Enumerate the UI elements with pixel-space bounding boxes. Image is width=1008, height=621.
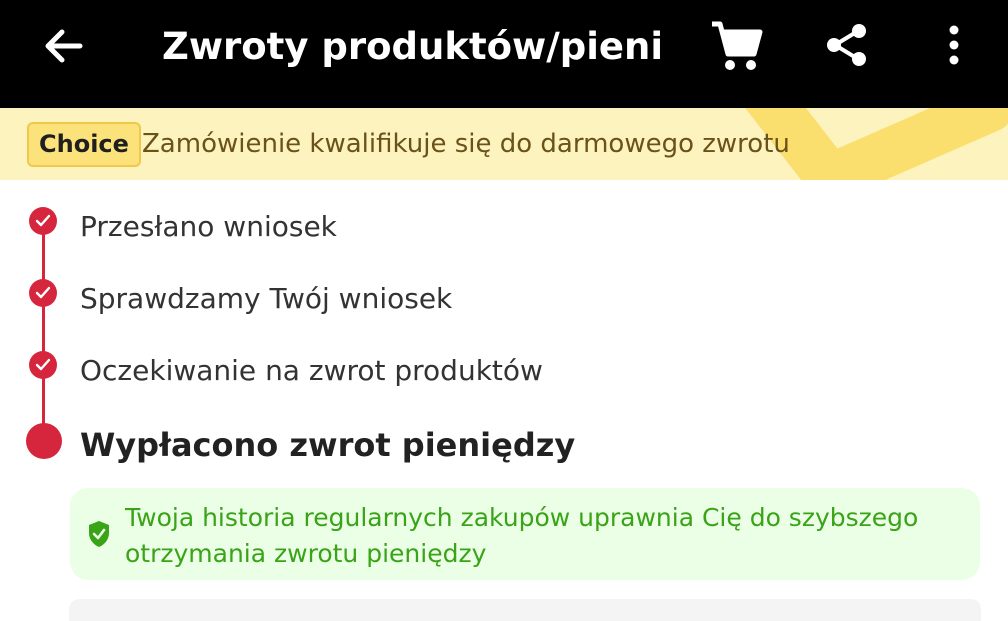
- step-label: Sprawdzamy Twój wniosek: [80, 282, 453, 315]
- check-icon: [35, 214, 51, 227]
- faster-refund-info: Twoja historia regularnych zakupów upraw…: [70, 488, 980, 580]
- free-return-banner: Choice Zamówienie kwalifikuje się do dar…: [0, 108, 1008, 180]
- choice-badge: Choice: [27, 122, 141, 167]
- info-text: Twoja historia regularnych zakupów upraw…: [125, 503, 919, 568]
- arrow-left-icon: [45, 29, 83, 63]
- step-done-icon: [29, 279, 57, 307]
- banner-text: Zamówienie kwalifikuje się do darmowego …: [142, 129, 790, 159]
- app-bar: Zwroty produktów/pienię...: [0, 0, 1008, 108]
- current-step-dot: [26, 423, 62, 459]
- share-button[interactable]: [824, 22, 870, 68]
- check-icon: [35, 286, 51, 299]
- current-step-label: Wypłacono zwrot pieniędzy: [80, 426, 576, 464]
- step-label: Oczekiwanie na zwrot produktów: [80, 354, 543, 387]
- more-options-button[interactable]: [934, 22, 974, 68]
- cart-icon: [712, 21, 763, 70]
- shield-check-icon: [89, 521, 109, 547]
- back-button[interactable]: [40, 22, 88, 70]
- step-done-icon: [29, 351, 57, 379]
- page-title: Zwroty produktów/pienię...: [162, 25, 662, 68]
- details-card: [69, 599, 981, 621]
- more-vertical-icon: [949, 25, 959, 65]
- timeline-line: [42, 220, 45, 442]
- step-done-icon: [29, 207, 57, 235]
- share-icon: [827, 24, 866, 66]
- check-icon: [35, 358, 51, 371]
- cart-button[interactable]: [708, 18, 764, 74]
- step-label: Przesłano wniosek: [80, 210, 337, 243]
